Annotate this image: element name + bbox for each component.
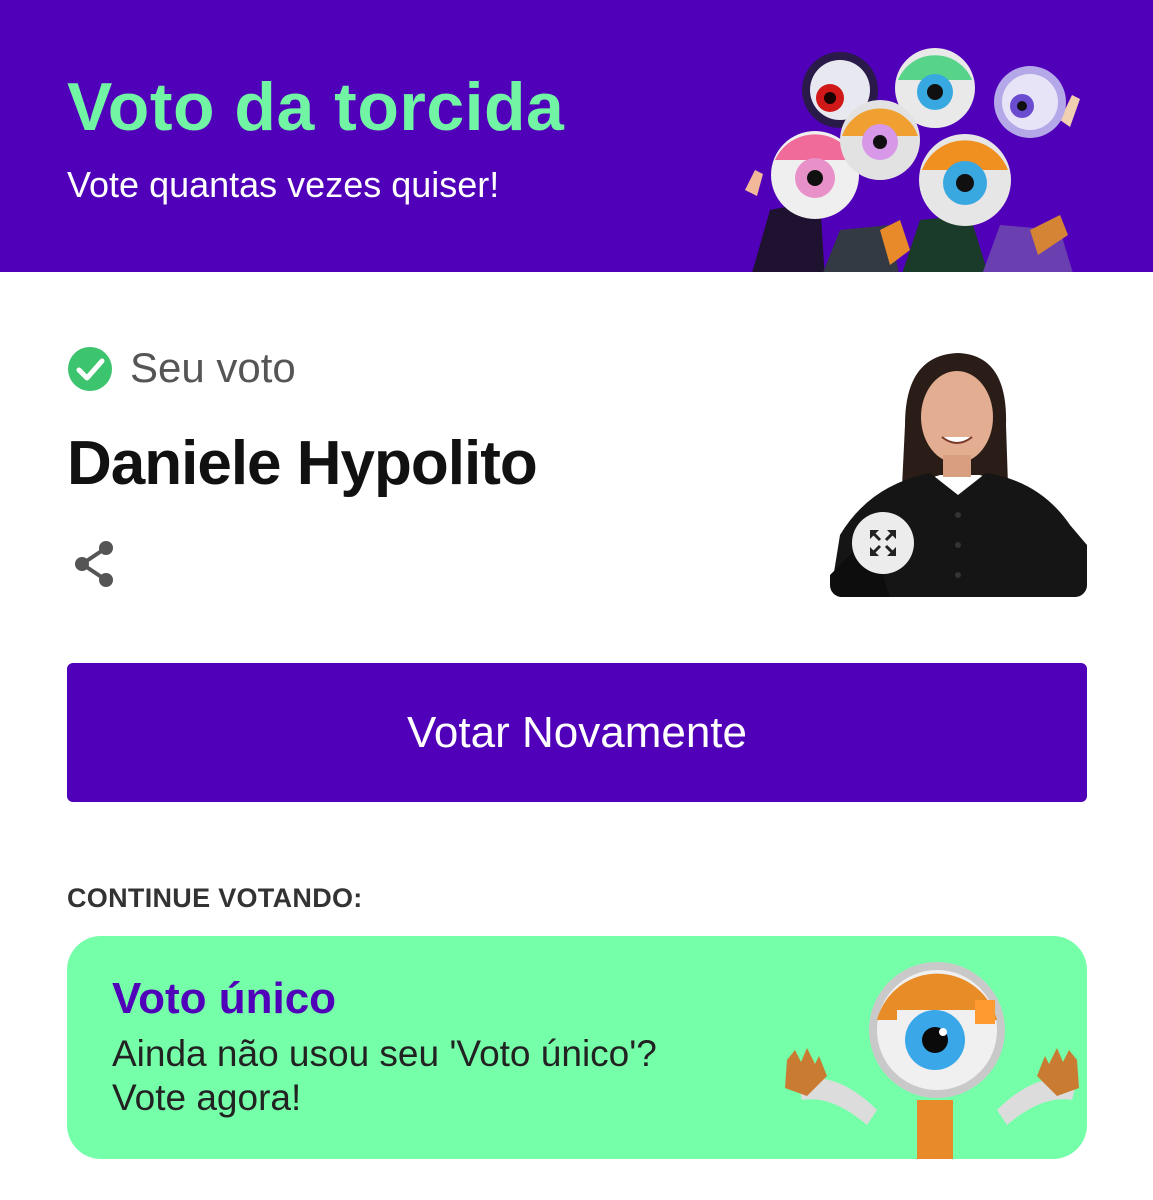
- banner-title: Voto da torcida: [67, 69, 565, 145]
- eye-mascot-icon: [785, 962, 1079, 1159]
- continue-voting-heading: CONTINUE VOTANDO:: [67, 883, 363, 913]
- single-vote-description-line1: Ainda não usou seu 'Voto único'?: [112, 1033, 657, 1074]
- expand-icon: [870, 530, 896, 556]
- expand-photo-button[interactable]: [852, 512, 914, 574]
- share-icon[interactable]: [70, 538, 120, 590]
- vote-again-label: Votar Novamente: [407, 707, 747, 757]
- header-banner: Voto da torcida Vote quantas vezes quise…: [0, 0, 1153, 272]
- single-vote-description-line2: Vote agora!: [112, 1077, 302, 1118]
- single-vote-card[interactable]: Voto único Ainda não usou seu 'Voto únic…: [67, 936, 1087, 1159]
- single-vote-description: Ainda não usou seu 'Voto único'? Vote ag…: [112, 1032, 752, 1120]
- banner-subtitle: Vote quantas vezes quiser!: [67, 164, 500, 205]
- candidate-name: Daniele Hypolito: [67, 429, 538, 498]
- vote-status-label: Seu voto: [130, 344, 296, 391]
- single-vote-title: Voto único: [112, 974, 337, 1023]
- mascots-illustration-icon: [745, 48, 1080, 272]
- vote-again-button[interactable]: Votar Novamente: [67, 663, 1087, 802]
- check-circle-icon: [68, 347, 112, 391]
